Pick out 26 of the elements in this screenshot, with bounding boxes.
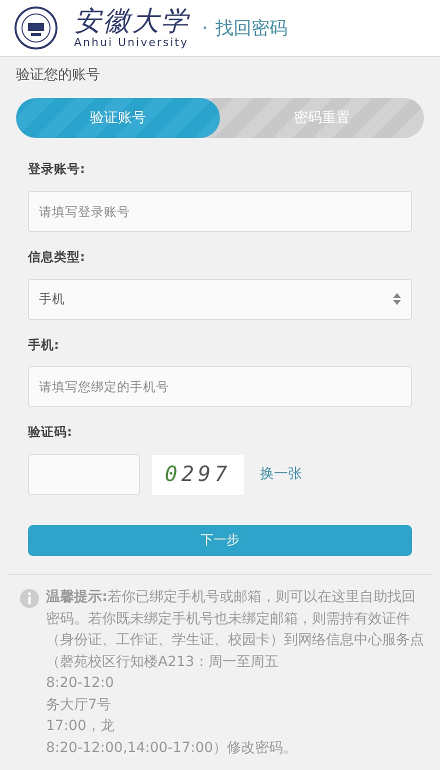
university-subtitle: Anhui University [74,37,190,49]
tip-text-fragment: 8:20-12:00,14:00-17:00）修改密码。 [46,738,298,758]
captcha-input[interactable] [28,454,140,495]
input-field[interactable]: 请填写登录账号 [28,190,412,232]
field-label: 登录账号: [28,160,86,178]
separator-dot: · [202,16,208,40]
input-field[interactable]: 请填写您绑定的手机号 [28,366,412,408]
select-value: 手机 [39,290,65,308]
step-tab[interactable]: 验证账号 [16,98,220,138]
tip-text-fragment: 务大厅7号 [46,696,112,714]
university-seal-icon [14,6,58,50]
university-name: 安徽大学 [74,7,190,37]
refresh-link[interactable]: 换一张 [260,464,302,485]
captcha-image: 0297 [152,454,244,494]
field-label: 验证码: [28,423,73,442]
next-button[interactable]: 下一步 [28,525,412,556]
tip-text: 温馨提示:若你已绑定手机号或邮箱，则可以在这里自助找回密码。若你既未绑定手机号也未绑定邮箱，则需持有效证件（身份证、工作证、学生证、校园卡）到网络信息中心服务点（磬苑校区行知楼A213：周一至周五 [46,588,425,672]
tip-text-fragment: 8:20-12:0 [46,674,115,693]
sort-arrows-icon [393,293,401,305]
field-label: 手机: [28,336,60,354]
info-icon [20,589,39,608]
page-title: 找回密码 [216,16,288,40]
tip-text-fragment: 17:00，龙 [46,717,116,736]
section-title: 验证您的账号 [15,66,101,85]
select-field[interactable]: 手机 [28,278,412,320]
field-label: 信息类型: [28,248,86,266]
